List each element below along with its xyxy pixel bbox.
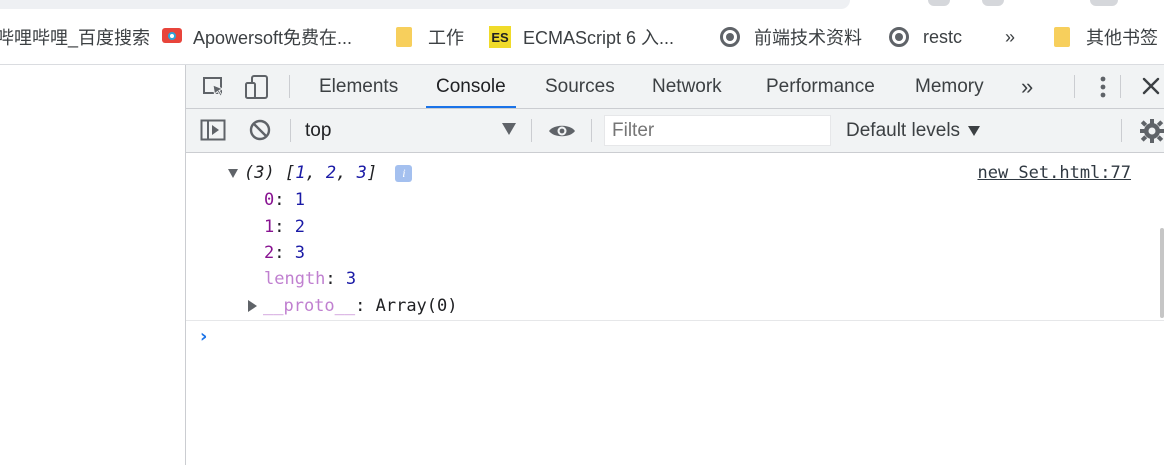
profile-avatar[interactable] [1090,0,1118,6]
array-summary-prefix: (3) [ [244,163,296,183]
toolbar-divider [1120,75,1121,98]
console-divider [186,320,1164,321]
array-summary-row[interactable]: (3) [1, 2, 3] i [228,163,413,183]
entry-value: 1 [294,190,305,210]
array-entry-row: 1: 2 [264,217,305,237]
tab-console[interactable]: Console [426,65,516,108]
bookmark-label: ECMAScript 6 入... [523,28,675,48]
entry-value: 3 [294,243,305,263]
array-entry-row: 0: 1 [264,190,305,210]
inspect-element-icon[interactable] [202,76,226,98]
device-toolbar-icon[interactable] [244,74,270,100]
bookmark-label: 工作 [428,28,464,48]
toolbar-divider [531,119,532,142]
tab-network[interactable]: Network [652,65,722,108]
context-label: top [305,119,332,141]
clear-console-icon[interactable] [249,119,271,141]
eye-icon[interactable] [548,123,576,139]
tab-strip [0,0,1164,10]
bookmarks-overflow-button[interactable]: » [1005,10,1015,64]
toolbar-divider [290,119,291,142]
console-toolbar: top Default levels [186,109,1164,153]
entry-value: 2 [294,217,305,237]
bookmark-folder-work[interactable]: 工作 [396,10,464,64]
toolbar-divider [1074,75,1075,98]
console-output: new Set.html:77 (3) [1, 2, 3] i 0: 1 1: … [186,153,1164,465]
gear-icon[interactable] [1139,119,1164,143]
source-link[interactable]: new Set.html:77 [977,163,1131,183]
console-prompt-icon[interactable]: › [200,326,207,347]
proto-value: Array(0) [375,296,458,316]
bookmark-ecmascript[interactable]: ES ECMAScript 6 入... [489,10,674,64]
page-viewport [0,65,186,465]
chevron-down-icon [502,123,516,135]
bookmarks-bar: 哔哩哔哩_百度搜索 Apowersoft免费在... 工作 ES ECMAScr… [0,10,1164,65]
tab-elements[interactable]: Elements [319,65,398,108]
entry-key: 0 [264,190,275,210]
more-tabs-button[interactable]: » [1021,65,1033,108]
tab-strip-icon [928,0,950,6]
folder-icon [396,27,412,47]
info-icon[interactable]: i [395,164,413,182]
bookmark-label: 其他书签 [1086,28,1158,48]
globe-icon [889,27,909,47]
log-levels-label: Default levels [846,119,961,141]
caret-down-icon [968,125,981,136]
length-value: 3 [345,269,357,289]
tab-memory[interactable]: Memory [915,65,984,108]
kebab-menu-icon[interactable] [1100,75,1106,99]
length-key: length [264,269,326,289]
toolbar-divider [289,75,290,98]
context-selector[interactable]: top [305,109,331,152]
close-icon[interactable] [1141,76,1161,96]
proto-row[interactable]: __proto__: Array(0) [248,296,458,316]
bookmark-folder-other[interactable]: 其他书签 [1054,10,1158,64]
tab-performance[interactable]: Performance [766,65,875,108]
bookmark-bilibili-search[interactable]: 哔哩哔哩_百度搜索 [0,10,150,64]
scrollbar-thumb[interactable] [1160,228,1164,318]
filter-input[interactable] [604,115,831,146]
es-icon: ES [489,26,511,48]
array-value: 1 [295,163,306,183]
log-levels-dropdown[interactable]: Default levels [846,109,981,152]
entry-key: 1 [264,217,275,237]
array-entry-row: 2: 3 [264,243,305,263]
bookmark-restc[interactable]: restc [889,10,962,64]
bookmark-label: Apowersoft免费在... [193,28,353,48]
entry-key: 2 [264,243,275,263]
globe-icon [720,27,740,47]
array-value: 2 [325,163,337,183]
array-value: 3 [356,163,367,183]
active-tab-shape [0,0,850,9]
bookmark-label: 前端技术资料 [754,28,862,48]
length-row: length: 3 [264,269,357,289]
proto-key: __proto__ [263,296,356,316]
devtools-panel: Elements Console Sources Network Perform… [186,65,1164,465]
expand-caret-icon[interactable] [228,168,238,178]
sidebar-toggle-icon[interactable] [200,119,226,141]
tab-sources[interactable]: Sources [545,65,615,108]
folder-icon [1054,27,1070,47]
bookmark-label: restc [923,26,963,47]
bookmark-apowersoft[interactable]: Apowersoft免费在... [161,10,352,64]
recorder-icon [161,27,183,47]
devtools-tab-bar: Elements Console Sources Network Perform… [186,65,1164,109]
expand-caret-icon[interactable] [248,300,257,312]
toolbar-divider [591,119,592,142]
bookmark-label: 哔哩哔哩_百度搜索 [0,28,151,48]
chevron-right-icon: » [1005,26,1016,47]
bookmark-frontend-docs[interactable]: 前端技术资料 [720,10,862,64]
tab-strip-icon [982,0,1004,6]
toolbar-divider [1121,119,1122,142]
